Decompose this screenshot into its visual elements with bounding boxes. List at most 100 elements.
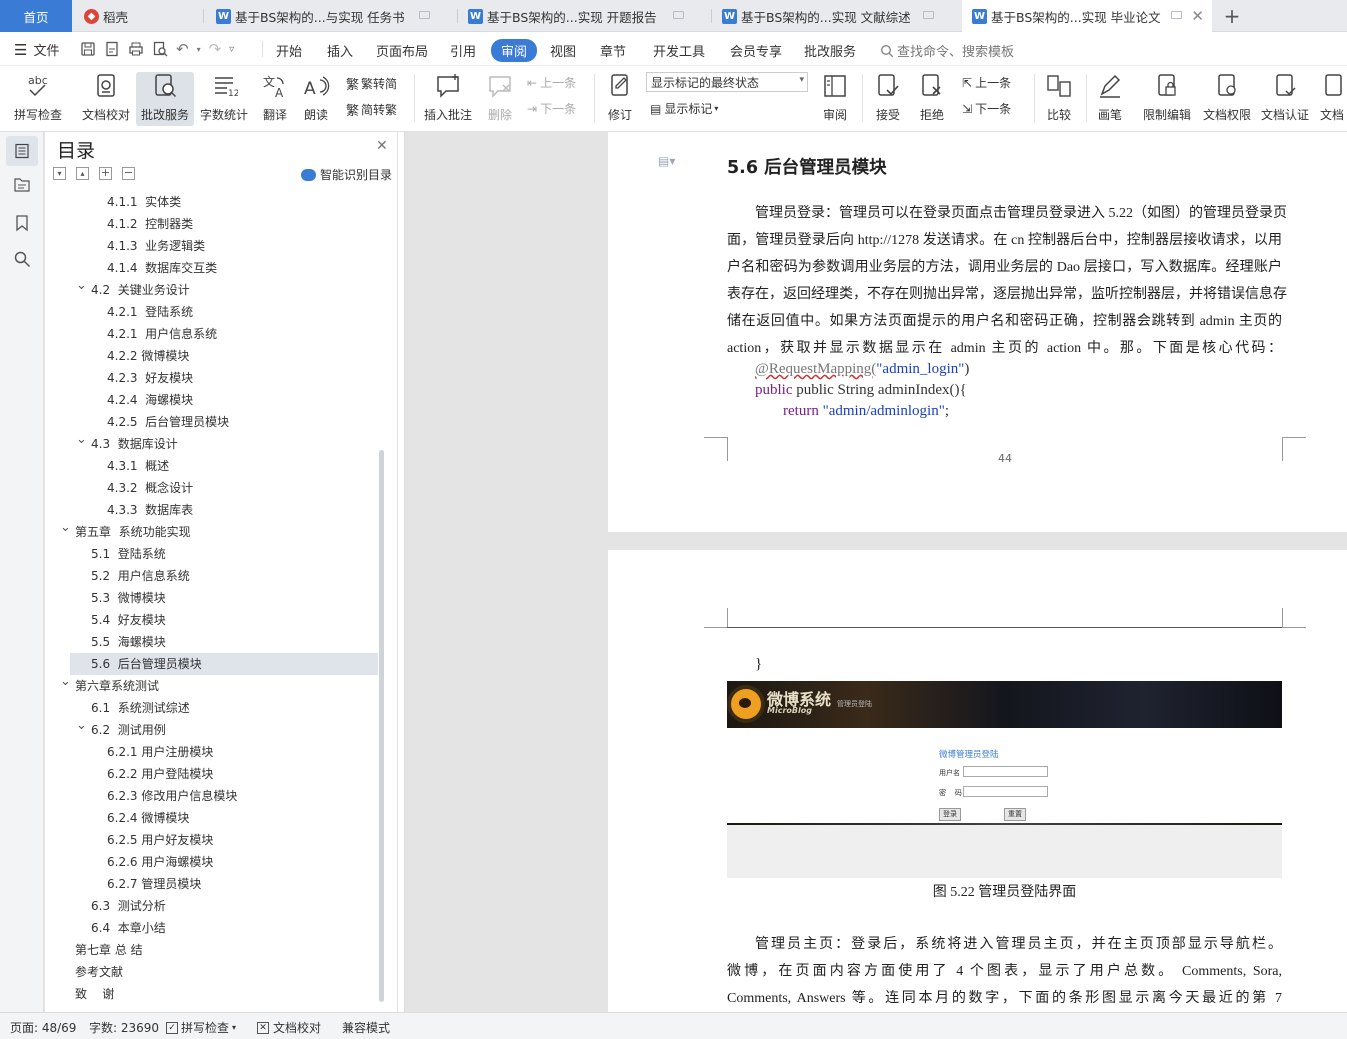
simp-to-trad-button[interactable]: 繁简转繁 [346, 100, 397, 119]
toc-item[interactable]: ⌄ 第五章 系统功能实现 [45, 520, 380, 543]
toc-scrollbar[interactable] [379, 450, 384, 1002]
toc-item[interactable]: 4.1.2 控制器类 [45, 213, 380, 235]
toc-item[interactable]: ⌄ 4.2 关键业务设计 [45, 278, 380, 301]
proofread-button[interactable]: 文档校对 [80, 72, 132, 123]
toc-item[interactable]: 4.2.2 微博模块 [45, 345, 380, 367]
toc-item[interactable]: 6.4 本章小结 [45, 917, 380, 939]
chevron-down-icon[interactable]: ⌄ [76, 429, 87, 451]
collapse-all-icon[interactable]: − [122, 167, 135, 180]
compare-button[interactable]: 比较 [1040, 72, 1078, 123]
toc-item[interactable]: 4.2.5 后台管理员模块 [45, 411, 380, 433]
chevron-down-icon[interactable]: ⌄ [60, 517, 71, 539]
toc-item[interactable]: ⌄ 6.2 测试用例 [45, 718, 380, 741]
toc-item[interactable]: 6.2.3 修改用户信息模块 [45, 785, 380, 807]
tab-doc-proposal[interactable]: W 基于BS架构的...实现 开题报告 [458, 0, 712, 32]
prev-change-button[interactable]: ⇱ 上一条 [962, 74, 1011, 91]
find-button[interactable] [13, 250, 31, 268]
status-spell-check[interactable]: ✓ 拼写检查 ▾ [166, 1019, 236, 1036]
toc-item[interactable]: 5.3 微博模块 [45, 587, 380, 609]
doc-permission-button[interactable]: 文档权限 [1200, 72, 1254, 123]
next-change-button[interactable]: ⇲ 下一条 [962, 100, 1011, 117]
tab-doc-thesis[interactable]: W 基于BS架构的...实现 毕业论文 ✕ [962, 0, 1212, 32]
tab-home[interactable]: 首页 [0, 0, 72, 32]
toc-item[interactable]: 4.2.4 海螺模块 [45, 389, 380, 411]
track-changes-button[interactable]: 修订 [602, 72, 638, 123]
toc-item[interactable]: ⌄ 4.3 数据库设计 [45, 432, 380, 455]
toc-item[interactable]: 参考文献 [45, 961, 380, 983]
pen-button[interactable]: 画笔 [1094, 72, 1126, 123]
toc-item[interactable]: 4.1.3 业务逻辑类 [45, 235, 380, 257]
menu-item-insert[interactable]: 插入 [327, 41, 353, 60]
toc-item[interactable]: 4.2.1 登陆系统 [45, 301, 380, 323]
toc-item[interactable]: 4.3.3 数据库表 [45, 499, 380, 521]
collapse-up-icon[interactable]: ▴ [76, 167, 89, 180]
bookmark-button[interactable] [14, 214, 30, 232]
close-tab-icon[interactable]: ✕ [1191, 7, 1204, 25]
print-icon[interactable] [128, 41, 144, 57]
print-preview-icon[interactable] [152, 41, 168, 57]
toc-item[interactable]: 4.3.1 概述 [45, 455, 380, 477]
toc-item[interactable]: 4.2.1 用户信息系统 [45, 323, 380, 345]
menu-item-devtools[interactable]: 开发工具 [653, 41, 705, 60]
page-indicator[interactable]: 页面: 48/69 [10, 1019, 76, 1036]
toc-panel-button[interactable] [6, 136, 38, 166]
toc-item[interactable]: 6.2.5 用户好友模块 [45, 829, 380, 851]
toc-item[interactable]: 4.3.2 概念设计 [45, 477, 380, 499]
translate-button[interactable]: 文A 翻译 [255, 72, 295, 123]
restrict-edit-button[interactable]: 限制编辑 [1140, 72, 1194, 123]
toc-item[interactable]: 4.1.4 数据库交互类 [45, 257, 380, 279]
doc-certify-button[interactable]: 文档认证 [1258, 72, 1312, 123]
toc-item[interactable]: 6.2.2 用户登陆模块 [45, 763, 380, 785]
collapse-down-icon[interactable]: ▾ [53, 167, 66, 180]
toc-item[interactable]: 6.3 测试分析 [45, 895, 380, 917]
new-tab-button[interactable]: + [1220, 0, 1244, 32]
trad-to-simp-button[interactable]: 繁繁转简 [346, 74, 397, 93]
toc-item[interactable]: 第七章 总 结 [45, 939, 380, 961]
save-icon[interactable] [80, 41, 96, 57]
markup-mode-select[interactable]: 显示标记的最终状态 ▾ [646, 72, 808, 92]
undo-icon[interactable]: ↶ [176, 40, 189, 58]
toc-item[interactable]: 6.2.6 用户海螺模块 [45, 851, 380, 873]
chevron-down-icon[interactable]: ⌄ [76, 715, 87, 737]
menu-item-chapter[interactable]: 章节 [600, 41, 626, 60]
menu-item-review[interactable]: 审阅 [491, 39, 538, 62]
monitor-icon[interactable] [419, 11, 430, 19]
export-pdf-icon[interactable] [104, 41, 120, 57]
menu-item-start[interactable]: 开始 [276, 41, 302, 60]
menu-item-member[interactable]: 会员专享 [730, 41, 782, 60]
toc-item[interactable]: 5.6 后台管理员模块 [70, 653, 378, 675]
toc-item[interactable]: 5.5 海螺模块 [45, 631, 380, 653]
word-count-button[interactable]: 123 字数统计 [198, 72, 250, 123]
doc-more-button[interactable]: 文档 [1320, 72, 1347, 123]
toc-item[interactable]: 6.1 系统测试综述 [45, 697, 380, 719]
reject-button[interactable]: 拒绝 [914, 72, 950, 123]
file-menu[interactable]: ☰ 文件 [14, 40, 59, 60]
status-proofread[interactable]: ✕ 文档校对 [257, 1019, 321, 1036]
prev-comment-button[interactable]: ⇤ 上一条 [527, 74, 576, 91]
expand-all-icon[interactable]: + [99, 167, 112, 180]
show-markup-button[interactable]: ▤ 显示标记 ▾ [650, 100, 718, 117]
toc-item[interactable]: 5.2 用户信息系统 [45, 565, 380, 587]
delete-comment-button[interactable]: 删除 [482, 72, 518, 123]
toc-item[interactable]: 4.2.3 好友模块 [45, 367, 380, 389]
menu-item-references[interactable]: 引用 [450, 41, 476, 60]
smart-toc-button[interactable]: 智能识别目录 [301, 166, 392, 183]
next-comment-button[interactable]: ⇥ 下一条 [527, 100, 576, 117]
insert-comment-button[interactable]: 插入批注 [422, 72, 474, 123]
monitor-icon[interactable] [923, 11, 934, 19]
review-pane-button[interactable]: 审阅 [816, 72, 854, 123]
accept-button[interactable]: 接受 [870, 72, 906, 123]
tab-daoke[interactable]: ◆ 稻壳 [72, 0, 204, 32]
monitor-icon[interactable] [1171, 11, 1182, 19]
close-icon[interactable]: ✕ [376, 138, 388, 154]
toc-item[interactable]: 6.2.7 管理员模块 [45, 873, 380, 895]
toc-item[interactable]: 4.1.1 实体类 [45, 191, 380, 213]
chapter-nav-button[interactable] [13, 176, 31, 194]
customize-toolbar-icon[interactable]: ▿ [229, 44, 234, 55]
menu-item-correction[interactable]: 批改服务 [804, 41, 856, 60]
chevron-down-icon[interactable]: ▾ [197, 45, 201, 54]
menu-item-layout[interactable]: 页面布局 [376, 41, 428, 60]
toc-item[interactable]: ⌄ 第六章系统测试 [45, 674, 380, 697]
toc-item[interactable]: 6.2.4 微博模块 [45, 807, 380, 829]
redo-icon[interactable]: ↷ [209, 40, 222, 58]
